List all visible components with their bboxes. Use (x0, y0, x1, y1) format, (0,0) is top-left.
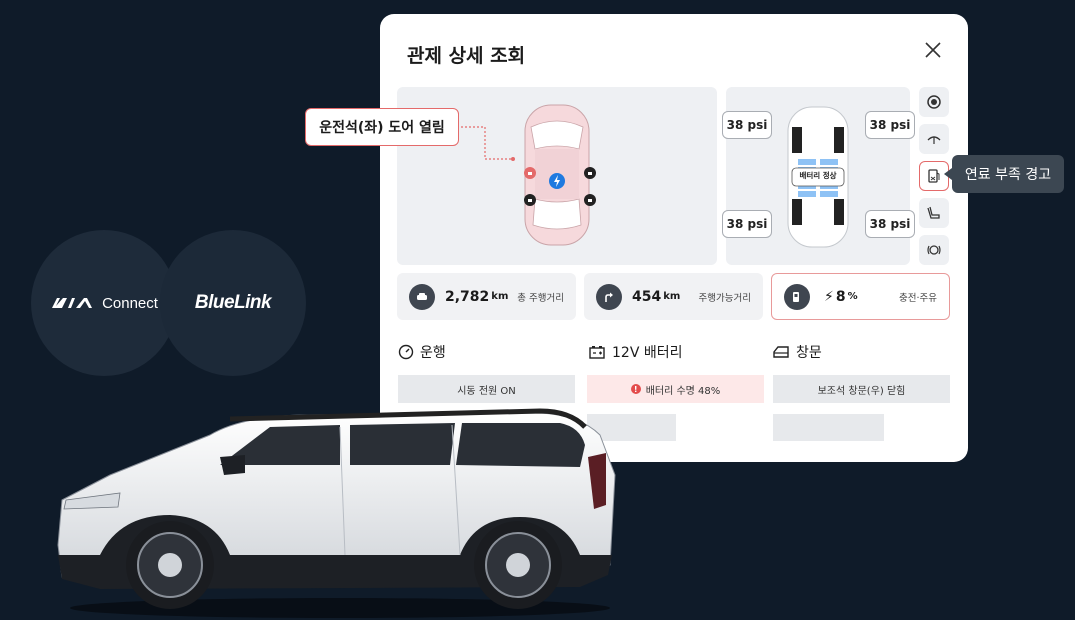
turn-right-icon (596, 283, 622, 310)
battery-status-text: 배터리 수명 48% (645, 385, 721, 397)
tire-icon (927, 95, 941, 109)
battery-icon (589, 346, 605, 359)
battery-section-label: 12V 배터리 (612, 345, 683, 361)
window-status-text: 보조석 창문(우) 닫힘 (817, 385, 906, 397)
tire-front-right-psi: 38 psi (865, 111, 915, 139)
window-section-label: 창문 (796, 345, 822, 361)
charge-value: 8 (835, 288, 846, 305)
panel-title: 관제 상세 조회 (407, 45, 526, 67)
window-icon (773, 346, 789, 358)
drive-section-label: 운행 (420, 345, 446, 361)
door-open-callout: 운전석(좌) 도어 열림 (305, 108, 459, 146)
charge-label: 충전·주유 (899, 292, 937, 304)
tooltip-arrow (944, 168, 952, 180)
window-status: 보조석 창문(우) 닫힘 (773, 375, 950, 403)
mileage-value: 2,782 (445, 288, 490, 305)
fuel-pump-icon (784, 283, 810, 310)
alert-icon: ! (630, 384, 641, 394)
range-stat: 454 km 주행가능거리 (584, 273, 763, 320)
charge-unit: % (847, 291, 858, 302)
vehicle-detail-panel: 관제 상세 조회 2,782 km 총 주행거리 454 km 주행가능거리 ⚡… (380, 14, 968, 462)
tire-front-left-psi: 38 psi (722, 111, 772, 139)
mileage-unit: km (491, 291, 509, 302)
charge-stat: ⚡ 8 % 충전·주유 (771, 273, 950, 320)
fuel-warning-tooltip-text: 연료 부족 경고 (964, 167, 1052, 183)
tire-rear-right-psi: 38 psi (865, 210, 915, 238)
close-icon (925, 42, 941, 58)
bluelink-label: BlueLink (194, 292, 272, 313)
battery-status: ! 배터리 수명 48% (587, 375, 764, 403)
range-value: 454 (632, 288, 662, 305)
washer-fluid-icon (927, 136, 941, 144)
window-placeholder (773, 414, 884, 441)
speedometer-icon (398, 344, 414, 360)
tpms-icon (927, 245, 941, 255)
kia-mark-icon (52, 298, 93, 308)
kia-connect-logo: Connect (31, 230, 177, 376)
fuel-gauge-icon (928, 169, 940, 183)
drive-section-title: 운행 (398, 342, 446, 362)
battery-section-title: 12V 배터리 (588, 342, 682, 362)
seat-icon (927, 206, 940, 219)
bluelink-logo: BlueLink (160, 230, 306, 376)
wiper-icon-button[interactable] (919, 124, 949, 154)
door-open-text: 운전석(좌) 도어 열림 (319, 120, 445, 136)
tire-icon-button[interactable] (919, 87, 949, 117)
charge-bolt-icon: ⚡ (824, 288, 834, 305)
close-button[interactable] (921, 38, 945, 62)
suv-illustration (57, 408, 616, 618)
fuel-warning-tooltip: 연료 부족 경고 (952, 155, 1064, 193)
tpms-icon-button[interactable] (919, 235, 949, 265)
battery-normal-label: 배터리 정상 (799, 170, 837, 180)
mileage-label: 총 주행거리 (517, 292, 564, 304)
car-icon (409, 283, 435, 310)
tire-rear-left-psi: 38 psi (722, 210, 772, 238)
window-section-title: 창문 (772, 342, 822, 362)
mileage-stat: 2,782 km 총 주행거리 (397, 273, 576, 320)
range-label: 주행가능거리 (698, 292, 751, 304)
seat-icon-button[interactable] (919, 198, 949, 228)
drive-status-text: 시동 전원 ON (457, 385, 516, 397)
kia-connect-label: Connect (102, 294, 158, 312)
drive-status: 시동 전원 ON (398, 375, 575, 403)
range-unit: km (663, 291, 681, 302)
